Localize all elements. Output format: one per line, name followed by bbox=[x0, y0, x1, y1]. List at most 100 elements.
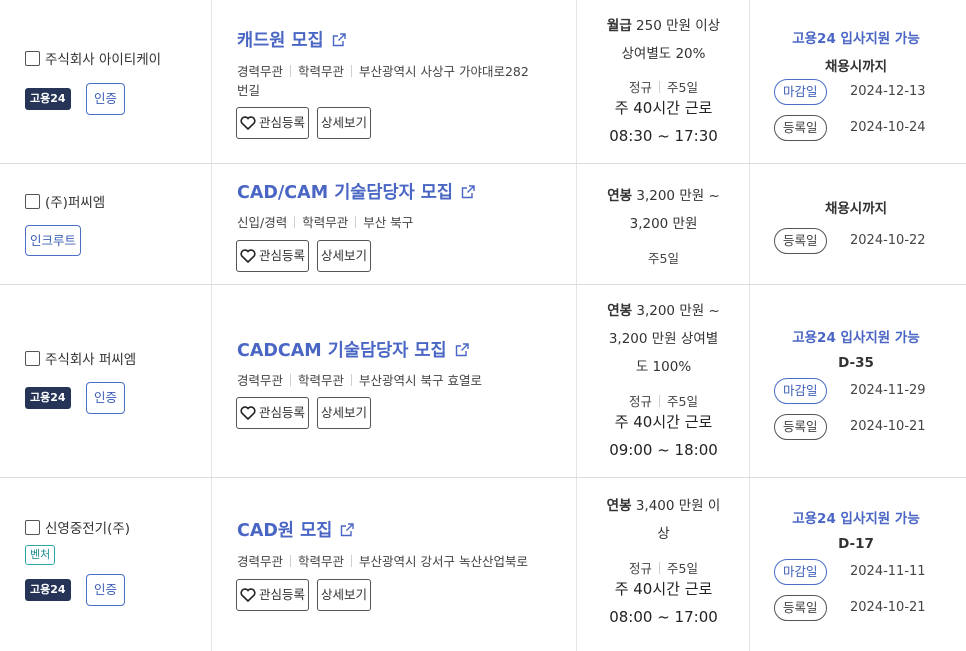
incruit-badge: 인크루트 bbox=[25, 225, 82, 256]
company-name[interactable]: 주식회사 아이티케이 bbox=[45, 48, 161, 68]
career-requirement: 경력무관 bbox=[237, 554, 284, 569]
education-requirement: 학력무관 bbox=[298, 554, 345, 569]
deadline-pill: 마감일 bbox=[774, 378, 827, 404]
education-requirement: 학력무관 bbox=[302, 215, 349, 230]
job-meta: 신입/경력 학력무관 부산 북구 bbox=[237, 213, 413, 232]
job-row: 신영중전기(주) 벤처 고용24 인증 CAD원 모집 경력무관 학력무관 부산광역… bbox=[0, 478, 966, 651]
detail-button[interactable]: 상세보기 bbox=[317, 579, 372, 611]
employment-type: 정규 주5일 bbox=[629, 80, 698, 95]
deadline-pill: 마감일 bbox=[774, 79, 827, 105]
detail-button[interactable]: 상세보기 bbox=[317, 107, 372, 139]
deadline-cell: 채용시까지 등록일 2024-10-22 bbox=[750, 164, 962, 284]
job-info-cell: CAD원 모집 경력무관 학력무관 부산광역시 강서구 녹산산업북로 관심등록 상세… bbox=[212, 478, 577, 651]
company-checkbox-label[interactable]: 주식회사 퍼씨엠 bbox=[25, 348, 136, 368]
checkbox[interactable] bbox=[25, 50, 40, 66]
job-title[interactable]: CADCAM 기술담당자 모집 bbox=[237, 337, 447, 362]
deadline-cell: 고용24 입사지원 가능 채용시까지 마감일 2024-12-13 등록일 20… bbox=[750, 0, 962, 163]
job-title-link[interactable]: CAD/CAM 기술담당자 모집 bbox=[237, 179, 475, 204]
job-info-cell: CAD/CAM 기술담당자 모집 신입/경력 학력무관 부산 북구 관심등록 상세보… bbox=[212, 164, 577, 284]
deadline-date: 2024-11-11 bbox=[850, 564, 926, 579]
detail-button[interactable]: 상세보기 bbox=[317, 240, 372, 272]
job-title[interactable]: CAD/CAM 기술담당자 모집 bbox=[237, 179, 453, 204]
company-checkbox-label[interactable]: 신영중전기(주) bbox=[25, 517, 130, 537]
heart-icon bbox=[240, 116, 256, 130]
gov24-apply-status: 고용24 입사지원 가능 bbox=[792, 330, 920, 346]
favorite-button[interactable]: 관심등록 bbox=[236, 579, 310, 611]
d-day: D-35 bbox=[838, 355, 874, 371]
career-requirement: 신입/경력 bbox=[237, 215, 288, 230]
heart-icon bbox=[240, 588, 256, 602]
external-link-icon bbox=[455, 342, 469, 356]
deadline-pill: 마감일 bbox=[774, 559, 827, 585]
gov24-badge: 고용24 bbox=[25, 387, 71, 409]
venture-badge: 벤처 bbox=[25, 545, 56, 565]
checkbox[interactable] bbox=[25, 350, 40, 366]
company-name[interactable]: 신영중전기(주) bbox=[45, 517, 130, 537]
salary-line3: 도 100% bbox=[635, 359, 692, 375]
salary: 연봉 3,200 만원 ~ bbox=[607, 303, 720, 319]
salary: 연봉 3,400 만원 이 bbox=[606, 498, 721, 514]
work-time: 09:00 ~ 18:00 bbox=[609, 441, 718, 459]
job-title-link[interactable]: CAD원 모집 bbox=[237, 517, 355, 542]
gov24-badge: 고용24 bbox=[25, 88, 71, 110]
checkbox[interactable] bbox=[25, 193, 40, 209]
d-day: D-17 bbox=[838, 536, 874, 552]
employment-type: 정규 주5일 bbox=[629, 561, 698, 576]
gov24-badge: 고용24 bbox=[25, 579, 71, 601]
job-title[interactable]: 캐드원 모집 bbox=[237, 27, 324, 52]
company-cell: 신영중전기(주) 벤처 고용24 인증 bbox=[0, 478, 212, 651]
job-title-link[interactable]: 캐드원 모집 bbox=[237, 27, 346, 52]
deadline-cell: 고용24 입사지원 가능 D-35 마감일 2024-11-29 등록일 202… bbox=[750, 285, 962, 477]
gov24-apply-status: 고용24 입사지원 가능 bbox=[792, 511, 920, 527]
deadline-date: 2024-12-13 bbox=[850, 84, 926, 99]
job-meta: 경력무관 학력무관 부산광역시 북구 효열로 bbox=[237, 371, 482, 390]
registered-pill: 등록일 bbox=[774, 228, 827, 254]
job-row: 주식회사 아이티케이 고용24 인증 캐드원 모집 경력무관 학력무관 부산광역시 … bbox=[0, 0, 966, 164]
work-time: 08:30 ~ 17:30 bbox=[609, 127, 718, 145]
condition-cell: 월급 250 만원 이상 상여별도 20% 정규 주5일 주 40시간 근로 08… bbox=[577, 0, 750, 163]
work-hours: 주 40시간 근로 bbox=[614, 99, 713, 117]
career-requirement: 경력무관 bbox=[237, 64, 284, 79]
deadline-text: 채용시까지 bbox=[824, 59, 888, 75]
location: 부산 북구 bbox=[363, 215, 414, 230]
job-title-link[interactable]: CADCAM 기술담당자 모집 bbox=[237, 337, 469, 362]
salary: 월급 250 만원 이상 bbox=[606, 18, 721, 34]
location: 부산광역시 사상구 가야대로282 bbox=[359, 64, 529, 79]
education-requirement: 학력무관 bbox=[298, 64, 345, 79]
deadline-cell: 고용24 입사지원 가능 D-17 마감일 2024-11-11 등록일 202… bbox=[750, 478, 962, 651]
external-link-icon bbox=[332, 32, 346, 46]
registered-pill: 등록일 bbox=[774, 115, 827, 141]
company-cell: 주식회사 퍼씨엠 고용24 인증 bbox=[0, 285, 212, 477]
registered-date: 2024-10-22 bbox=[850, 233, 926, 248]
work-hours: 주 40시간 근로 bbox=[614, 580, 713, 598]
favorite-button[interactable]: 관심등록 bbox=[236, 107, 310, 139]
heart-icon bbox=[240, 406, 256, 420]
registered-pill: 등록일 bbox=[774, 595, 827, 621]
job-title[interactable]: CAD원 모집 bbox=[237, 517, 332, 542]
career-requirement: 경력무관 bbox=[237, 373, 284, 388]
deadline-date: 2024-11-29 bbox=[850, 383, 926, 398]
company-checkbox-label[interactable]: (주)퍼씨엠 bbox=[25, 191, 105, 211]
company-name[interactable]: (주)퍼씨엠 bbox=[45, 191, 105, 211]
salary: 연봉 3,200 만원 ~ bbox=[607, 188, 720, 204]
company-name[interactable]: 주식회사 퍼씨엠 bbox=[45, 348, 136, 368]
employment-type: 정규 주5일 bbox=[629, 394, 698, 409]
salary-bonus: 상여별도 20% bbox=[621, 46, 706, 62]
favorite-button[interactable]: 관심등록 bbox=[236, 240, 310, 272]
condition-cell: 연봉 3,200 만원 ~ 3,200 만원 상여별 도 100% 정규 주5일 … bbox=[577, 285, 750, 477]
location: 부산광역시 북구 효열로 bbox=[359, 373, 482, 388]
favorite-button[interactable]: 관심등록 bbox=[236, 397, 310, 429]
salary-line2: 3,200 만원 bbox=[629, 216, 698, 232]
condition-cell: 연봉 3,400 만원 이 상 정규 주5일 주 40시간 근로 08:00 ~ … bbox=[577, 478, 750, 651]
job-row: 주식회사 퍼씨엠 고용24 인증 CADCAM 기술담당자 모집 경력무관 학력무… bbox=[0, 285, 966, 478]
detail-button[interactable]: 상세보기 bbox=[317, 397, 372, 429]
company-checkbox-label[interactable]: 주식회사 아이티케이 bbox=[25, 48, 161, 68]
heart-icon bbox=[240, 249, 256, 263]
location: 부산광역시 강서구 녹산산업북로 bbox=[359, 554, 528, 569]
company-cell: 주식회사 아이티케이 고용24 인증 bbox=[0, 0, 212, 163]
company-cell: (주)퍼씨엠 인크루트 bbox=[0, 164, 212, 284]
checkbox[interactable] bbox=[25, 519, 40, 535]
gov24-apply-status: 고용24 입사지원 가능 bbox=[792, 31, 920, 47]
condition-cell: 연봉 3,200 만원 ~ 3,200 만원 주5일 bbox=[577, 164, 750, 284]
job-row: (주)퍼씨엠 인크루트 CAD/CAM 기술담당자 모집 신입/경력 학력무관 부산… bbox=[0, 164, 966, 285]
